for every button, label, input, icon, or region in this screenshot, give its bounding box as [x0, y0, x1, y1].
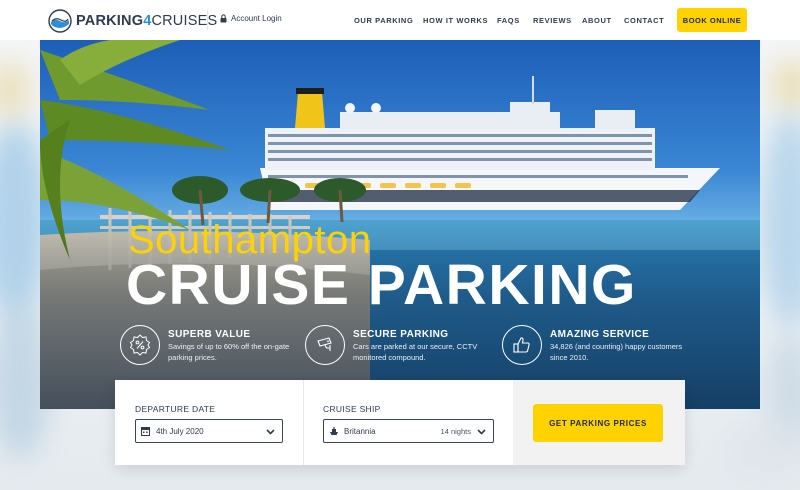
nav-our-parking[interactable]: OUR PARKING — [354, 16, 413, 25]
feature-description: 34,826 (and counting) happy customers si… — [550, 342, 683, 362]
feature-description: Savings of up to 60% off the on-gate par… — [168, 342, 290, 362]
cctv-camera-icon — [317, 337, 332, 351]
departure-date-group: DEPARTURE DATE 4th July 2020 — [115, 380, 303, 465]
booking-cta-area: GET PARKING PRICES — [513, 380, 685, 465]
nav-faqs[interactable]: FAQS — [497, 16, 520, 25]
cruise-nights: 14 nights — [440, 427, 471, 436]
logo-text: PARKING4CRUISES — [76, 13, 218, 29]
account-login-label: Account Login — [231, 14, 282, 23]
features-row: SUPERB VALUE Savings of up to 60% off th… — [120, 323, 720, 373]
logo-wave-icon — [48, 9, 72, 33]
site-header: PARKING4CRUISES Account Login OUR PARKIN… — [0, 0, 800, 40]
calendar-icon — [141, 427, 150, 436]
hero-title: CRUISE PARKING — [126, 253, 637, 317]
header-divider — [207, 10, 208, 30]
chevron-down-icon — [266, 429, 275, 435]
feature-title: SECURE PARKING — [353, 329, 449, 340]
lock-icon — [220, 14, 227, 23]
logo[interactable]: PARKING4CRUISES — [48, 9, 217, 33]
ship-icon — [330, 427, 338, 435]
booking-form: DEPARTURE DATE 4th July 2020 CRUISE SHIP… — [115, 380, 685, 465]
feature-title: SUPERB VALUE — [168, 329, 251, 340]
cruise-ship-label: CRUISE SHIP — [323, 404, 381, 414]
departure-date-select[interactable]: 4th July 2020 — [135, 419, 283, 443]
feature-description: Cars are parked at our secure, CCTV moni… — [353, 342, 478, 362]
hero-banner: Southampton CRUISE PARKING SUPERB VALUE … — [40, 40, 760, 409]
nav-contact[interactable]: CONTACT — [624, 16, 664, 25]
departure-date-value: 4th July 2020 — [156, 427, 204, 436]
departure-date-label: DEPARTURE DATE — [135, 404, 216, 414]
get-parking-prices-button[interactable]: GET PARKING PRICES — [533, 404, 663, 442]
feature-icon-ring — [120, 325, 160, 365]
nav-how-it-works[interactable]: HOW IT WORKS — [423, 16, 488, 25]
book-online-button[interactable]: BOOK ONLINE — [677, 8, 747, 32]
feature-icon-ring — [502, 325, 542, 365]
chevron-down-icon — [477, 429, 486, 435]
feature-title: AMAZING SERVICE — [550, 329, 650, 340]
nav-reviews[interactable]: REVIEWS — [533, 16, 572, 25]
nav-about[interactable]: ABOUT — [582, 16, 612, 25]
cruise-ship-select[interactable]: Britannia 14 nights — [323, 419, 494, 443]
cruise-ship-value: Britannia — [344, 427, 376, 436]
cruise-ship-group: CRUISE SHIP Britannia 14 nights — [304, 380, 513, 465]
account-login-link[interactable]: Account Login — [220, 14, 282, 23]
feature-icon-ring — [305, 325, 345, 365]
percent-badge-icon — [129, 334, 151, 356]
thumbs-up-icon — [513, 337, 530, 353]
